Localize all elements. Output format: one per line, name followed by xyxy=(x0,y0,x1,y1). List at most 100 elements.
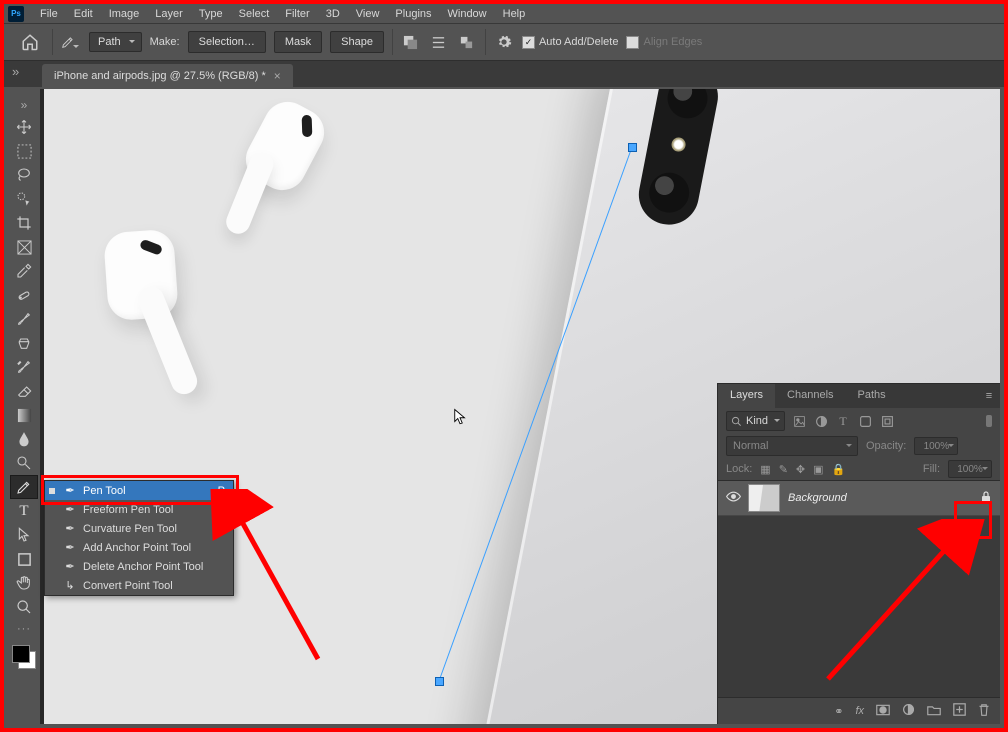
lasso-tool-icon[interactable] xyxy=(10,163,38,187)
layer-mask-icon[interactable] xyxy=(876,704,890,719)
eraser-tool-icon[interactable] xyxy=(10,379,38,403)
flyout-add-anchor-tool[interactable]: ✒ Add Anchor Point Tool xyxy=(45,538,233,557)
tab-layers[interactable]: Layers xyxy=(718,384,775,408)
layer-thumbnail[interactable] xyxy=(748,484,780,512)
filter-type-icon[interactable]: T xyxy=(835,413,851,429)
opacity-value[interactable]: 100% xyxy=(914,437,958,455)
tool-mode-select[interactable]: Path xyxy=(89,32,142,52)
anchor-point[interactable] xyxy=(435,677,444,686)
layer-row-background[interactable]: Background xyxy=(718,481,1000,516)
layer-list: Background xyxy=(718,480,1000,698)
adjustment-layer-icon[interactable] xyxy=(902,703,915,719)
path-alignment-icon[interactable] xyxy=(429,32,449,52)
lock-transparency-icon[interactable]: ▦ xyxy=(760,463,770,476)
layer-style-icon[interactable]: fx xyxy=(855,705,864,717)
dodge-tool-icon[interactable] xyxy=(10,451,38,475)
lock-pixels-icon[interactable]: ✎ xyxy=(779,463,788,476)
fill-value[interactable]: 100% xyxy=(948,460,992,478)
delete-layer-icon[interactable] xyxy=(978,703,990,720)
lock-all-icon[interactable]: 🔒 xyxy=(832,463,846,476)
clone-stamp-tool-icon[interactable] xyxy=(10,331,38,355)
tools-panel: » T ··· xyxy=(8,89,40,724)
flyout-delete-anchor-tool[interactable]: ✒ Delete Anchor Point Tool xyxy=(45,557,233,576)
lock-artboard-icon[interactable]: ▣ xyxy=(813,463,823,476)
anchor-point[interactable] xyxy=(628,143,637,152)
make-shape-button[interactable]: Shape xyxy=(330,31,384,53)
gear-icon[interactable] xyxy=(494,32,514,52)
filter-pixel-icon[interactable] xyxy=(791,413,807,429)
menu-type[interactable]: Type xyxy=(191,6,231,22)
visibility-toggle-icon[interactable] xyxy=(726,491,740,505)
edit-toolbar-icon[interactable]: ··· xyxy=(10,619,38,639)
flyout-convert-point-tool[interactable]: ↳ Convert Point Tool xyxy=(45,576,233,595)
layer-lock-icon[interactable] xyxy=(980,490,992,507)
menu-select[interactable]: Select xyxy=(231,6,278,22)
frame-tool-icon[interactable] xyxy=(10,235,38,259)
blur-tool-icon[interactable] xyxy=(10,427,38,451)
cursor-icon xyxy=(452,408,468,431)
quick-selection-tool-icon[interactable] xyxy=(10,187,38,211)
panel-collapse-icon[interactable]: » xyxy=(12,64,19,79)
gradient-tool-icon[interactable] xyxy=(10,403,38,427)
opacity-label: Opacity: xyxy=(866,440,906,452)
eyedropper-tool-icon[interactable] xyxy=(10,259,38,283)
menu-plugins[interactable]: Plugins xyxy=(387,6,439,22)
menu-layer[interactable]: Layer xyxy=(147,6,191,22)
menu-edit[interactable]: Edit xyxy=(66,6,101,22)
pen-tool-icon[interactable] xyxy=(10,475,38,499)
flyout-curvature-pen-tool[interactable]: ✒ Curvature Pen ToolP xyxy=(45,519,233,538)
history-brush-tool-icon[interactable] xyxy=(10,355,38,379)
filter-toggle[interactable] xyxy=(986,415,992,427)
document-tab[interactable]: iPhone and airpods.jpg @ 27.5% (RGB/8) *… xyxy=(42,64,293,87)
menu-image[interactable]: Image xyxy=(101,6,148,22)
make-selection-button[interactable]: Selection… xyxy=(188,31,266,53)
path-selection-tool-icon[interactable] xyxy=(10,523,38,547)
rectangle-tool-icon[interactable] xyxy=(10,547,38,571)
menu-file[interactable]: File xyxy=(32,6,66,22)
make-mask-button[interactable]: Mask xyxy=(274,31,322,53)
filter-shape-icon[interactable] xyxy=(857,413,873,429)
align-edges-checkbox[interactable]: Align Edges xyxy=(626,36,702,49)
crop-tool-icon[interactable] xyxy=(10,211,38,235)
close-tab-icon[interactable]: × xyxy=(274,69,281,83)
layer-name[interactable]: Background xyxy=(788,492,847,504)
menu-3d[interactable]: 3D xyxy=(318,6,348,22)
path-arrangement-icon[interactable] xyxy=(457,32,477,52)
blend-mode-select[interactable]: Normal xyxy=(726,436,858,456)
lock-label: Lock: xyxy=(726,463,752,475)
menu-bar: Ps File Edit Image Layer Type Select Fil… xyxy=(4,4,1004,23)
flyout-freeform-pen-tool[interactable]: ✒ Freeform Pen ToolP xyxy=(45,500,233,519)
brush-tool-icon[interactable] xyxy=(10,307,38,331)
hand-tool-icon[interactable] xyxy=(10,571,38,595)
filter-smartobject-icon[interactable] xyxy=(879,413,895,429)
tab-paths[interactable]: Paths xyxy=(846,384,898,408)
home-icon[interactable] xyxy=(16,30,44,54)
panel-menu-icon[interactable]: ≡ xyxy=(978,384,1000,408)
pen-tool-flyout: ✒ Pen ToolP ✒ Freeform Pen ToolP ✒ Curva… xyxy=(44,480,234,596)
make-label: Make: xyxy=(150,36,180,48)
path-operations-icon[interactable] xyxy=(401,32,421,52)
marquee-tool-icon[interactable] xyxy=(10,139,38,163)
move-tool-icon[interactable] xyxy=(10,115,38,139)
flyout-pen-tool[interactable]: ✒ Pen ToolP xyxy=(45,481,233,500)
menu-help[interactable]: Help xyxy=(495,6,534,22)
type-tool-icon[interactable]: T xyxy=(10,499,38,523)
lock-position-icon[interactable]: ✥ xyxy=(796,463,805,476)
tab-channels[interactable]: Channels xyxy=(775,384,845,408)
layer-filter-kind[interactable]: Kind xyxy=(726,411,785,431)
zoom-tool-icon[interactable] xyxy=(10,595,38,619)
filter-adjustment-icon[interactable] xyxy=(813,413,829,429)
new-layer-icon[interactable] xyxy=(953,703,966,719)
toolbar-collapse-icon[interactable]: » xyxy=(10,95,38,115)
auto-add-delete-checkbox[interactable]: Auto Add/Delete xyxy=(522,36,619,49)
app-badge: Ps xyxy=(8,6,24,22)
new-group-icon[interactable] xyxy=(927,704,941,719)
link-layers-icon[interactable]: ⚭ xyxy=(834,705,843,718)
pen-tool-icon xyxy=(61,32,81,52)
menu-window[interactable]: Window xyxy=(440,6,495,22)
menu-filter[interactable]: Filter xyxy=(277,6,317,22)
document-tab-bar: » iPhone and airpods.jpg @ 27.5% (RGB/8)… xyxy=(4,61,1004,87)
color-swatches[interactable] xyxy=(12,645,36,669)
menu-view[interactable]: View xyxy=(348,6,388,22)
healing-brush-tool-icon[interactable] xyxy=(10,283,38,307)
